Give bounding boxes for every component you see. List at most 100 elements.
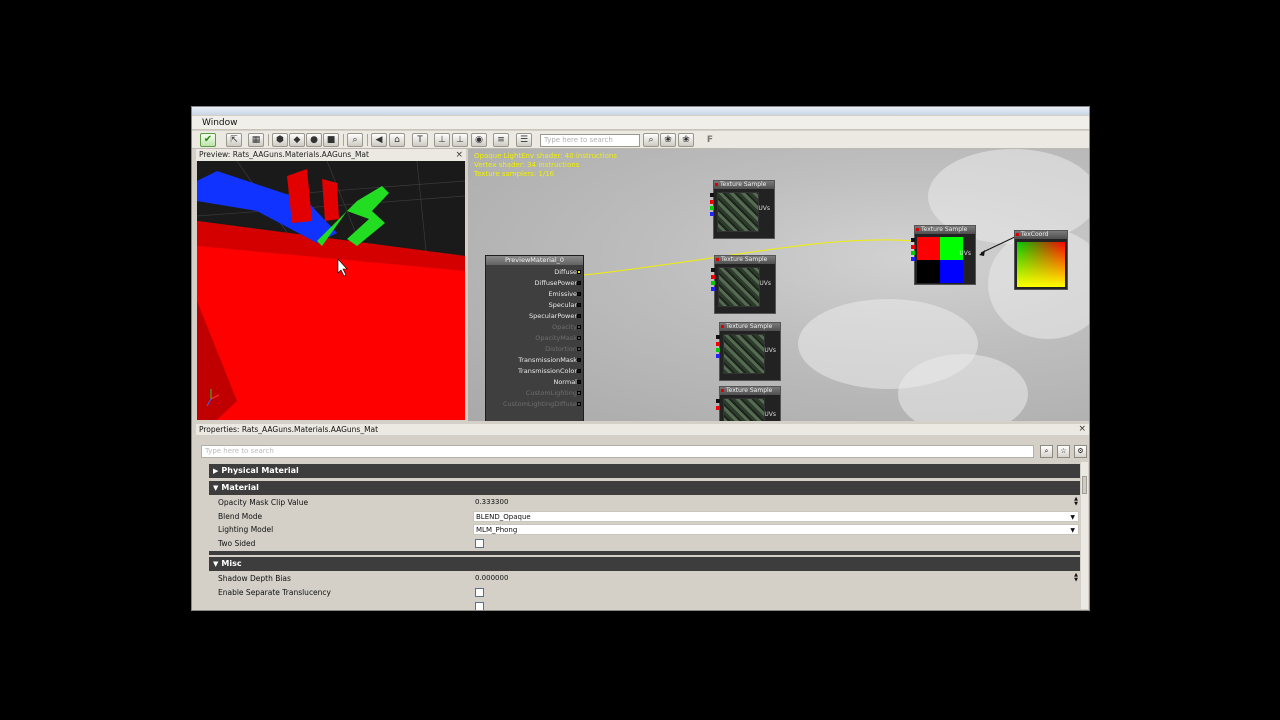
preview-panel-header: Preview: Rats_AAGuns.Materials.AAGuns_Ma… [196,149,466,161]
toolbar-search-input[interactable]: Type here to search [540,134,640,147]
home-button[interactable]: ⌂ [389,133,405,147]
category-misc[interactable]: ▼ Misc [209,557,1080,571]
input-emissive[interactable]: Emissive [548,290,581,298]
find-in-browser-button[interactable]: ⌕ [347,133,363,147]
node-title: TexCoord [1015,231,1067,239]
node-title: Texture Sample [720,323,780,331]
spinner-icon[interactable]: ▲ ▼ [1074,497,1078,507]
properties-title: Properties: Rats_AAGuns.Materials.AAGuns… [199,425,379,434]
input-diffuse-power[interactable]: DiffusePower [535,279,581,287]
texcoord-node[interactable]: TexCoord [1014,230,1068,290]
sphere-preview-button[interactable]: ● [306,133,322,147]
uvs-pin-label: UVs [959,250,971,257]
texture-thumbnail [723,334,765,374]
property-name: Blend Mode [218,512,263,521]
collapse-arrow-icon: ▼ [213,560,219,568]
sync-browser-button[interactable]: ⇱ [226,133,242,147]
input-distortion[interactable]: Distortion [545,345,581,353]
toolbar-separator [343,134,344,146]
wire-arrow-icon [979,250,985,256]
texture-sample-node[interactable]: Texture Sample UVs [710,180,775,239]
opacity-mask-clip-field[interactable]: 0.333300 ▲ ▼ [473,497,1079,508]
texcoord-gradient-thumbnail [1017,242,1065,287]
property-name: Lighting Model [218,525,274,534]
property-row-clipped [209,600,1080,610]
properties-search-input[interactable]: Type here to search [201,445,1034,458]
dropdown-arrow-icon: ▼ [1070,514,1075,521]
stats-toggle-button[interactable]: ◉ [471,133,487,147]
property-row: Two Sided [209,537,1080,550]
grid-toggle-button[interactable]: ▦ [248,133,264,147]
category-material[interactable]: ▼ Material [209,481,1080,495]
input-opacity[interactable]: Opacity [552,323,581,331]
properties-scrollbar[interactable] [1081,462,1088,609]
rgb-texture-thumbnail [917,237,963,283]
input-diffuse[interactable]: Diffuse [554,268,581,276]
lighting-model-select[interactable]: MLM_Phong ▼ [473,524,1079,535]
material-graph-canvas[interactable]: Opaque LightEnv shader: 40 instructions … [468,149,1089,421]
input-custom-lighting[interactable]: CustomLighting [526,389,581,397]
node-title: Texture Sample [915,226,975,234]
cylinder-preview-button[interactable]: ⬢ [272,133,288,147]
property-name: Enable Separate Translucency [218,588,331,597]
input-transmission-mask[interactable]: TransmissionMask [518,356,581,364]
input-transmission-color[interactable]: TransmissionColor [518,367,581,375]
input-custom-lighting-diffuse[interactable]: CustomLightingDiffuse [503,400,581,408]
preview-close-icon[interactable]: × [455,149,463,161]
search-icon[interactable]: ⌕ [1040,445,1053,458]
spinner-icon[interactable]: ▲ ▼ [1074,573,1078,583]
search-icon[interactable]: ⌕ [643,133,659,147]
category-divider [209,551,1080,555]
property-row: Lighting Model MLM_Phong ▼ [209,523,1080,536]
input-normal[interactable]: Normal [553,378,581,386]
realtime-preview-button[interactable]: ⊥ [434,133,450,147]
expression-list-button[interactable]: ☰ [516,133,532,147]
property-row: Blend Mode BLEND_Opaque ▼ [209,510,1080,523]
properties-panel-header: Properties: Rats_AAGuns.Materials.AAGuns… [196,424,1089,435]
collapse-arrow-icon: ▼ [213,484,219,492]
node-title: Texture Sample [715,256,775,264]
two-sided-checkbox[interactable] [475,539,484,548]
category-physical-material[interactable]: ▶ Physical Material [209,464,1080,478]
texture-sample-node-rgb[interactable]: Texture Sample UVs [911,225,976,285]
property-row: Shadow Depth Bias 0.000000 ▲ ▼ [209,572,1080,585]
texture-sample-node[interactable]: Texture Sample UVs [716,386,781,421]
property-name: Shadow Depth Bias [218,574,291,583]
texture-thumbnail [718,267,760,307]
texture-sample-node[interactable]: Texture Sample UVs [716,322,781,381]
uvs-pin-label: UVs [759,280,771,287]
material-editor-window: Window ✔ ⇱ ▦ ⬢ ◆ ● ■ ⌕ ◀ ⌂ T ⊥ ⊥ ◉ ≡ ☰ T… [191,106,1090,611]
comment-button[interactable]: ≡ [493,133,509,147]
menu-window[interactable]: Window [202,118,238,128]
back-arrow-icon[interactable]: ◀ [371,133,387,147]
clipped-checkbox[interactable] [475,602,484,610]
plane-preview-button[interactable]: ■ [323,133,339,147]
preview-viewport[interactable] [197,161,465,420]
window-titlebar[interactable] [192,107,1089,115]
cube-preview-button[interactable]: ◆ [289,133,305,147]
scrollbar-thumb[interactable] [1082,476,1087,494]
separate-translucency-checkbox[interactable] [475,588,484,597]
blend-mode-select[interactable]: BLEND_Opaque ▼ [473,511,1079,522]
input-specular-power[interactable]: SpecularPower [529,312,581,320]
properties-close-icon[interactable]: × [1078,424,1086,435]
uvs-pin-label: UVs [758,205,770,212]
function-button[interactable]: F [702,133,718,147]
settings-icon[interactable]: ⚙ [1074,445,1087,458]
search-prev-icon[interactable]: ❀ [660,133,676,147]
texture-sample-node[interactable]: Texture Sample UVs [711,255,776,314]
node-title: Texture Sample [714,181,774,189]
search-next-icon[interactable]: ❀ [678,133,694,147]
shadow-depth-bias-field[interactable]: 0.000000 ▲ ▼ [473,573,1079,584]
dropdown-arrow-icon: ▼ [1070,527,1075,534]
input-specular[interactable]: Specular [549,301,581,309]
preview-material-node[interactable]: PreviewMaterial_0 Diffuse DiffusePower E… [485,255,584,421]
show-connectors-button[interactable]: T [412,133,428,147]
menu-bar: Window [192,116,1089,130]
uvs-pin-label: UVs [764,347,776,354]
favorites-icon[interactable]: ☆ [1057,445,1070,458]
apply-button[interactable]: ✔ [200,133,216,147]
input-opacity-mask[interactable]: OpacityMask [535,334,581,342]
property-name: Two Sided [218,539,256,548]
realtime-nodes-button[interactable]: ⊥ [452,133,468,147]
